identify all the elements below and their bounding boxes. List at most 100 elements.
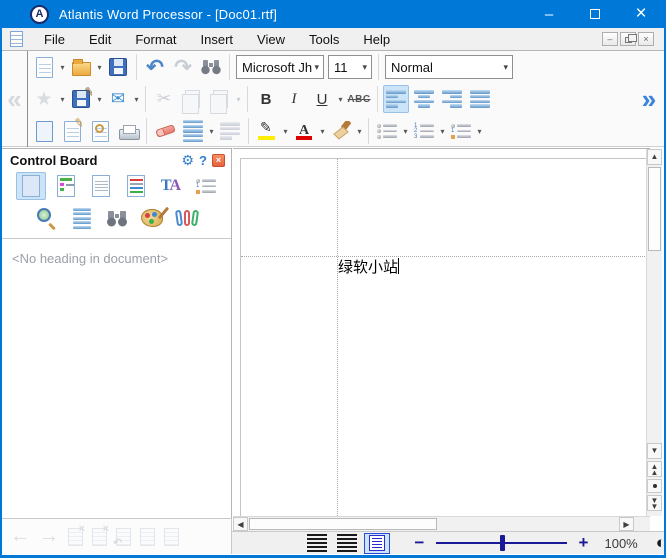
copy-button[interactable] — [179, 85, 205, 113]
select-browse-object-button[interactable] — [647, 479, 662, 493]
menu-view[interactable]: View — [245, 29, 297, 50]
paste-dropdown[interactable]: ▾ — [234, 95, 243, 104]
save-button[interactable] — [105, 53, 131, 81]
document-properties-button[interactable] — [31, 117, 57, 145]
cut-button[interactable]: ✂ — [151, 85, 177, 113]
toc-tab[interactable] — [51, 172, 81, 200]
control-board-close-button[interactable]: × — [212, 154, 225, 167]
toolbar-overflow-left[interactable]: « — [2, 51, 28, 147]
line-spacing-button[interactable] — [180, 117, 206, 145]
justify-button[interactable] — [467, 85, 493, 113]
colors-tab[interactable] — [137, 204, 167, 232]
fonts-tab[interactable]: TA — [156, 172, 186, 200]
strikethrough-button[interactable]: ABC — [346, 85, 372, 113]
vertical-scrollbar[interactable]: ▲ ▼ ▲▲ ▼▼ — [646, 149, 662, 516]
search-tab[interactable] — [102, 204, 132, 232]
save-special-dropdown[interactable]: ▾ — [95, 95, 104, 104]
font-color-dropdown[interactable]: ▾ — [318, 127, 327, 136]
control-board-settings-button[interactable]: ⚙ — [181, 152, 194, 169]
favorites-dropdown[interactable]: ▾ — [58, 95, 67, 104]
web-layout-button[interactable] — [334, 533, 360, 554]
find-button[interactable] — [198, 53, 224, 81]
control-board-help-button[interactable]: ? — [199, 153, 207, 168]
undo-button[interactable]: ↶ — [142, 53, 168, 81]
menu-help[interactable]: Help — [351, 29, 402, 50]
favorites-button[interactable]: ★ — [31, 85, 57, 113]
format-painter-dropdown[interactable]: ▾ — [355, 127, 364, 136]
align-center-button[interactable] — [411, 85, 437, 113]
numbering-button[interactable]: 1 2 3 — [411, 117, 437, 145]
open-dropdown[interactable]: ▾ — [95, 63, 104, 72]
print-button[interactable] — [115, 117, 141, 145]
previous-page-button[interactable]: ▲▲ — [647, 461, 662, 477]
multilevel-list-button[interactable]: 1 — [448, 117, 474, 145]
line-spacing-dropdown[interactable]: ▾ — [207, 127, 216, 136]
scroll-left-button[interactable]: ◀ — [233, 517, 248, 531]
print-preview-button[interactable] — [87, 117, 113, 145]
bookmarks-tab[interactable] — [121, 172, 151, 200]
scroll-down-button[interactable]: ▼ — [647, 443, 662, 459]
maximize-button[interactable] — [572, 0, 618, 28]
bullets-dropdown[interactable]: ▾ — [401, 127, 410, 136]
remove-heading-button[interactable]: × — [68, 528, 83, 546]
numbering-dropdown[interactable]: ▾ — [438, 127, 447, 136]
multilevel-list-dropdown[interactable]: ▾ — [475, 127, 484, 136]
font-size-combo[interactable]: 11 ▾ — [328, 55, 372, 79]
document-sections-tab[interactable] — [86, 172, 116, 200]
eraser-button[interactable] — [152, 117, 178, 145]
font-color-button[interactable]: A — [291, 117, 317, 145]
bullets-button[interactable] — [374, 117, 400, 145]
align-right-button[interactable] — [439, 85, 465, 113]
zoom-out-button[interactable]: − — [414, 533, 424, 553]
page-layout-button[interactable] — [364, 533, 390, 554]
align-left-button[interactable] — [383, 85, 409, 113]
new-document-button[interactable] — [31, 53, 57, 81]
zoom-in-button[interactable]: + — [579, 533, 589, 553]
zoom-slider-thumb[interactable] — [500, 535, 505, 551]
vertical-scroll-thumb[interactable] — [648, 167, 661, 251]
scroll-right-button[interactable]: ▶ — [619, 517, 634, 531]
underline-button[interactable]: U — [309, 85, 335, 113]
highlight-button[interactable]: ✎ — [254, 117, 280, 145]
document-text[interactable]: 绿软小站 — [338, 256, 399, 277]
style-combo[interactable]: Normal ▾ — [385, 55, 513, 79]
lists-tab[interactable]: 1 — [191, 172, 221, 200]
document-area[interactable]: 绿软小站 — [233, 148, 650, 516]
scroll-up-button[interactable]: ▲ — [647, 149, 662, 165]
menu-file[interactable]: File — [32, 29, 77, 50]
paste-button[interactable] — [207, 85, 233, 113]
zoom-tool-tab[interactable] — [32, 204, 62, 232]
close-button[interactable]: × — [618, 0, 664, 28]
horizontal-scroll-thumb[interactable] — [249, 518, 437, 530]
draft-view-button[interactable] — [304, 533, 330, 554]
new-document-dropdown[interactable]: ▾ — [58, 63, 67, 72]
mdi-minimize-button[interactable]: – — [602, 32, 618, 46]
format-painter-button[interactable] — [328, 117, 354, 145]
back-button[interactable]: ← — [10, 525, 30, 548]
underline-dropdown[interactable]: ▾ — [336, 95, 345, 104]
demote-heading-button[interactable]: ↶ — [116, 528, 131, 546]
attachments-tab[interactable] — [172, 204, 202, 232]
forward-button[interactable]: → — [39, 525, 59, 548]
heading-style-button[interactable] — [140, 528, 155, 546]
horizontal-scrollbar[interactable]: ◀ ▶ — [233, 516, 650, 531]
menu-insert[interactable]: Insert — [189, 29, 246, 50]
redo-button[interactable]: ↷ — [170, 53, 196, 81]
heading-list-button[interactable] — [164, 528, 179, 546]
headings-tab[interactable] — [16, 172, 46, 200]
open-button[interactable] — [68, 53, 94, 81]
menu-edit[interactable]: Edit — [77, 29, 123, 50]
page-setup-button[interactable]: ✎ — [59, 117, 85, 145]
email-dropdown[interactable]: ▾ — [132, 95, 141, 104]
highlight-dropdown[interactable]: ▾ — [281, 127, 290, 136]
save-special-button[interactable]: ✎ — [68, 85, 94, 113]
mdi-restore-button[interactable] — [620, 32, 636, 46]
email-button[interactable]: ✉ — [105, 85, 131, 113]
zoom-slider[interactable] — [436, 542, 566, 544]
menu-format[interactable]: Format — [123, 29, 188, 50]
dark-mode-toggle[interactable]: ◐ — [656, 533, 666, 553]
minimize-button[interactable]: – — [526, 0, 572, 28]
remove-all-headings-button[interactable]: × — [92, 528, 107, 546]
italic-button[interactable]: I — [281, 85, 307, 113]
bold-button[interactable]: B — [253, 85, 279, 113]
